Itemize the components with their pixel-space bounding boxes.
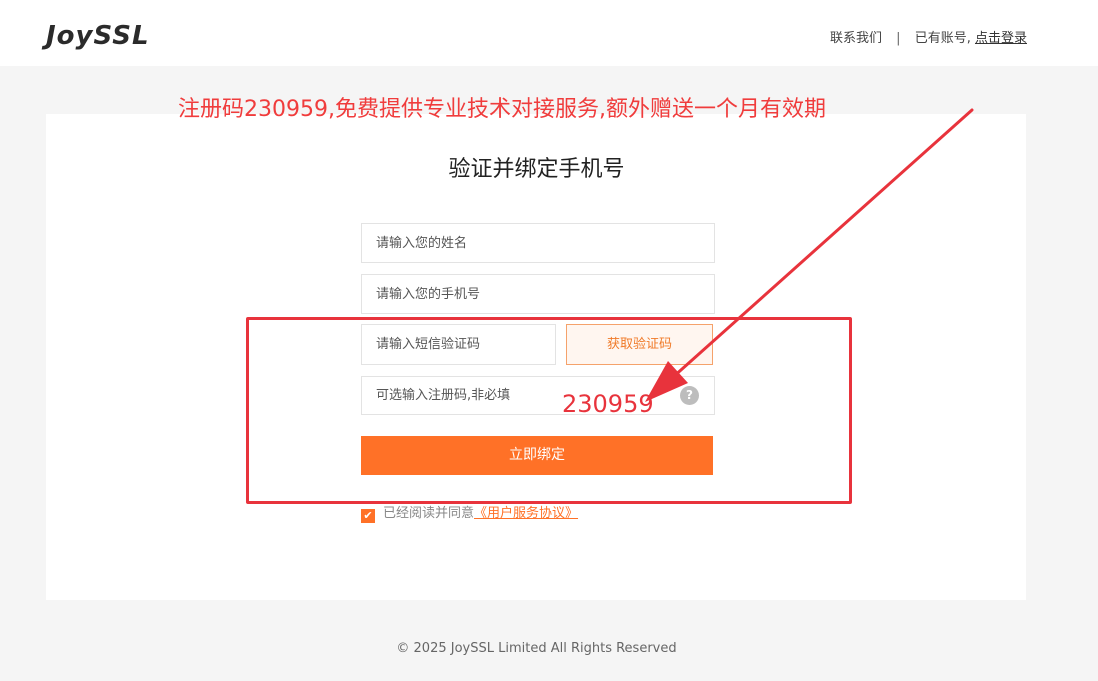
annotation-code-text: 230959: [562, 390, 654, 418]
login-link[interactable]: 点击登录: [975, 31, 1027, 46]
has-account-text: 已有账号,: [914, 31, 971, 46]
name-input[interactable]: [361, 223, 715, 263]
user-agreement-link[interactable]: 《用户服务协议》: [474, 506, 578, 521]
bind-now-button[interactable]: 立即绑定: [361, 436, 713, 475]
phone-input[interactable]: [361, 274, 715, 314]
agreement-checkbox[interactable]: ✔: [361, 509, 375, 523]
top-links: 联系我们 | 已有账号, 点击登录: [830, 30, 1027, 48]
footer-copyright: © 2025 JoySSL Limited All Rights Reserve…: [396, 641, 677, 656]
joyssl-logo[interactable]: JoySSL: [46, 21, 150, 51]
sms-code-input[interactable]: [361, 324, 556, 365]
page-title: 验证并绑定手机号: [448, 157, 625, 182]
checkmark-icon: ✔: [363, 509, 373, 522]
promo-annotation-banner: 注册码230959,免费提供专业技术对接服务,额外赠送一个月有效期: [178, 97, 826, 122]
top-header: JoySSL 联系我们 | 已有账号, 点击登录: [0, 0, 1098, 66]
link-separator: |: [896, 31, 901, 46]
question-circle-icon[interactable]: ?: [680, 386, 699, 405]
agreement-text: 已经阅读并同意: [383, 506, 475, 521]
agreement-row: ✔ 已经阅读并同意《用户服务协议》: [361, 506, 578, 523]
contact-us-link[interactable]: 联系我们: [830, 31, 882, 46]
get-code-button[interactable]: 获取验证码: [566, 324, 713, 365]
registration-code-input[interactable]: [361, 376, 715, 415]
